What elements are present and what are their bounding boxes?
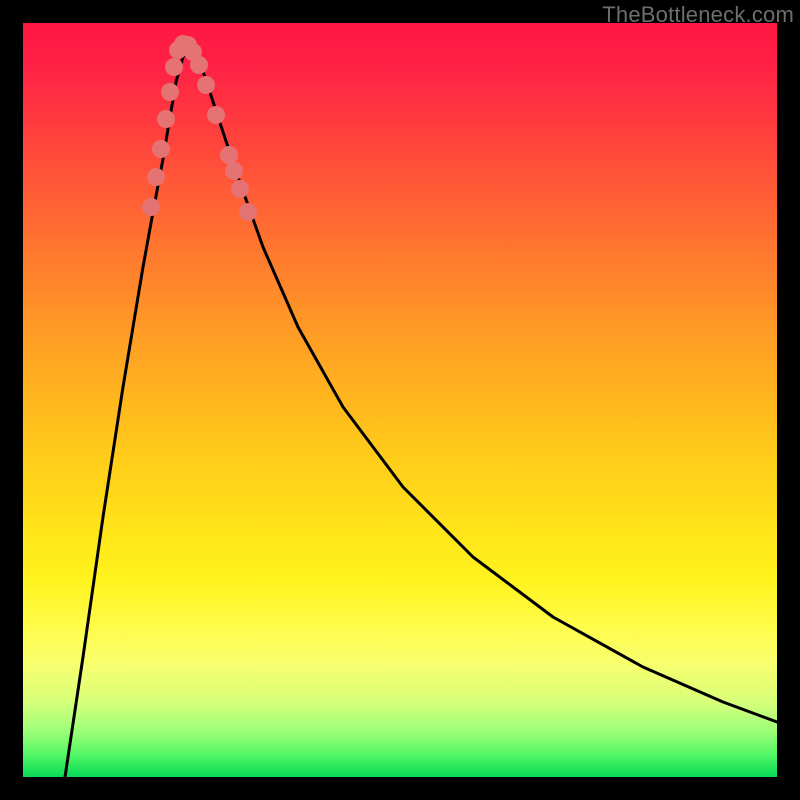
marker-dot: [165, 58, 183, 76]
marker-dot: [207, 106, 225, 124]
chart-svg: [23, 23, 777, 777]
marker-dot: [152, 140, 170, 158]
marker-dot: [142, 198, 160, 216]
watermark-text: TheBottleneck.com: [602, 2, 794, 28]
plot-area: [23, 23, 777, 777]
marker-dot: [157, 110, 175, 128]
curve-path: [65, 47, 777, 777]
series-curve: [65, 47, 777, 777]
markers-dots: [142, 35, 257, 221]
marker-dot: [190, 56, 208, 74]
marker-dot: [147, 168, 165, 186]
marker-dot: [161, 83, 179, 101]
marker-dot: [197, 76, 215, 94]
marker-dot: [225, 162, 243, 180]
marker-dot: [231, 180, 249, 198]
chart-container: TheBottleneck.com: [0, 0, 800, 800]
marker-dot: [220, 146, 238, 164]
marker-dot: [239, 203, 257, 221]
